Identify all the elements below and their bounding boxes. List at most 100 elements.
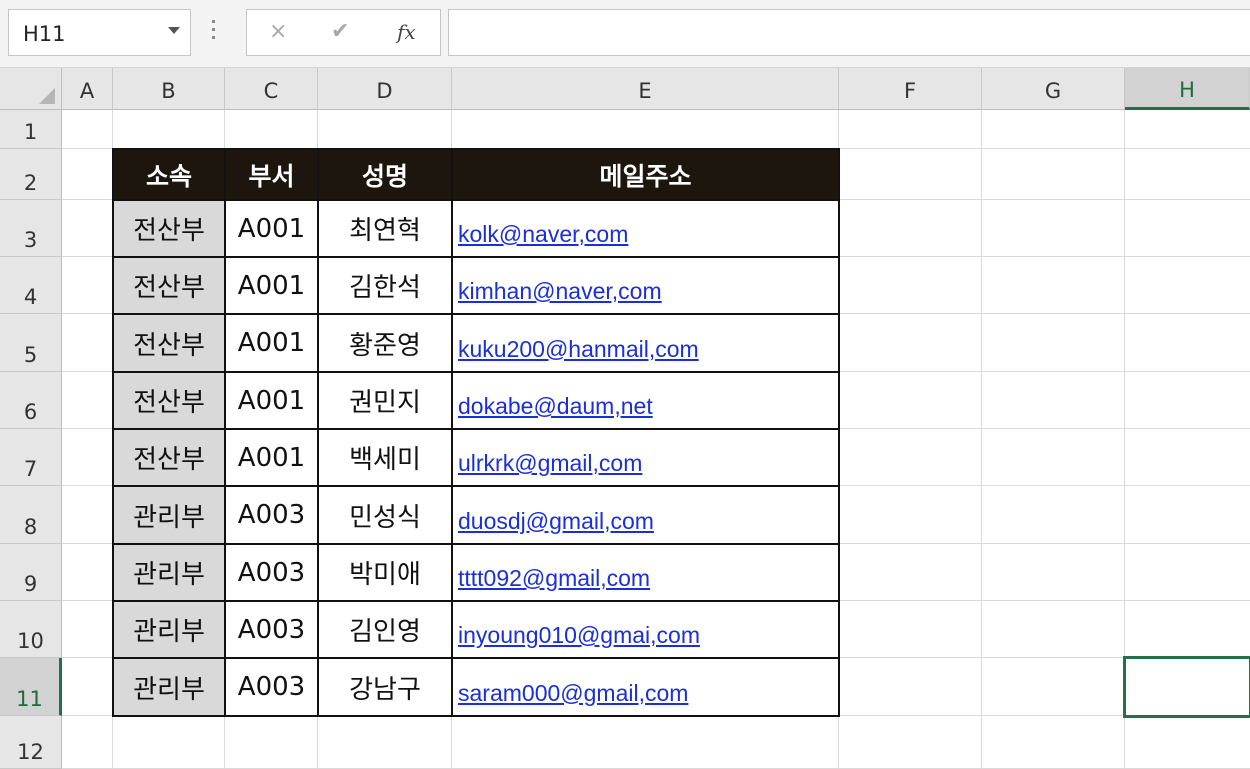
row-number: 12: [17, 740, 44, 764]
column-header-g[interactable]: G: [982, 68, 1125, 110]
table-cell-email[interactable]: kimhan@naver,com: [452, 257, 839, 314]
email-link[interactable]: saram000@gmail,com: [452, 680, 688, 707]
table-cell-dept[interactable]: 관리부: [113, 486, 225, 544]
email-link[interactable]: kuku200@hanmail,com: [452, 336, 699, 363]
column-header-b[interactable]: B: [113, 68, 225, 110]
insert-function-icon[interactable]: fx: [397, 20, 416, 44]
row-header-9[interactable]: 9: [0, 544, 62, 601]
email-link[interactable]: kolk@naver,com: [452, 221, 628, 248]
table-cell-code[interactable]: A003: [225, 544, 318, 601]
table-column-border: [451, 148, 453, 716]
row-header-10[interactable]: 10: [0, 601, 62, 658]
table-cell-email[interactable]: ulrkrk@gmail,com: [452, 429, 839, 486]
table-cell-dept[interactable]: 전산부: [113, 372, 225, 429]
column-header-h[interactable]: H: [1125, 68, 1250, 110]
cancel-icon[interactable]: ×: [269, 19, 287, 44]
table-cell-code[interactable]: A003: [225, 486, 318, 544]
table-row-border: [112, 600, 839, 602]
table-cell-email[interactable]: kuku200@hanmail,com: [452, 314, 839, 372]
table-cell-email[interactable]: duosdj@gmail,com: [452, 486, 839, 544]
table-header-name[interactable]: 성명: [318, 149, 452, 200]
table-cell-email[interactable]: inyoung010@gmai,com: [452, 601, 839, 658]
email-link[interactable]: ulrkrk@gmail,com: [452, 450, 642, 477]
table-cell-email[interactable]: kolk@naver,com: [452, 200, 839, 257]
table-cell-dept[interactable]: 전산부: [113, 429, 225, 486]
column-header-f[interactable]: F: [839, 68, 982, 110]
table-cell-code[interactable]: A003: [225, 601, 318, 658]
row-number: 9: [23, 572, 38, 596]
table-cell-dept[interactable]: 관리부: [113, 544, 225, 601]
column-header-d[interactable]: D: [318, 68, 452, 110]
table-cell-name[interactable]: 김한석: [318, 257, 452, 314]
row-header-1[interactable]: 1: [0, 110, 62, 149]
email-link[interactable]: inyoung010@gmai,com: [452, 622, 700, 649]
row-number: 1: [23, 120, 38, 144]
table-cell-dept[interactable]: 전산부: [113, 200, 225, 257]
email-link[interactable]: dokabe@daum,net: [452, 393, 653, 420]
table-row-border: [112, 371, 839, 373]
email-link[interactable]: tttt092@gmail,com: [452, 565, 650, 592]
table-cell-name[interactable]: 백세미: [318, 429, 452, 486]
table-cell-dept[interactable]: 관리부: [113, 601, 225, 658]
email-link[interactable]: kimhan@naver,com: [452, 278, 662, 305]
formula-input[interactable]: [448, 9, 1250, 56]
chevron-down-icon[interactable]: [168, 27, 180, 34]
table-row-border: [112, 428, 839, 430]
enter-icon[interactable]: ✔: [331, 19, 349, 44]
row-number: 8: [23, 515, 38, 539]
table-cell-name[interactable]: 박미애: [318, 544, 452, 601]
table-cell-name[interactable]: 최연혁: [318, 200, 452, 257]
name-box-value: H11: [23, 22, 66, 46]
table-cell-name[interactable]: 황준영: [318, 314, 452, 372]
row-number: 3: [23, 228, 38, 252]
table-row-border: [112, 256, 839, 258]
table-cell-email[interactable]: saram000@gmail,com: [452, 658, 839, 716]
column-header-a[interactable]: A: [62, 68, 113, 110]
row-number: 10: [17, 629, 44, 653]
email-link[interactable]: duosdj@gmail,com: [452, 508, 654, 535]
row-header-12[interactable]: 12: [0, 716, 62, 769]
row-header-6[interactable]: 6: [0, 372, 62, 429]
table-column-border: [317, 148, 319, 716]
column-header-e[interactable]: E: [452, 68, 839, 110]
row-number: 7: [23, 457, 38, 481]
table-cell-code[interactable]: A001: [225, 429, 318, 486]
row-number: 11: [16, 687, 43, 711]
table-cell-code[interactable]: A001: [225, 372, 318, 429]
table-header-dept[interactable]: 소속: [113, 149, 225, 200]
column-header-c[interactable]: C: [225, 68, 318, 110]
table-header-code[interactable]: 부서: [225, 149, 318, 200]
table-cell-name[interactable]: 김인영: [318, 601, 452, 658]
row-header-2[interactable]: 2: [0, 149, 62, 200]
row-header-3[interactable]: 3: [0, 200, 62, 257]
drag-handle-icon[interactable]: [212, 20, 216, 46]
table-cell-dept[interactable]: 전산부: [113, 314, 225, 372]
table-header-email[interactable]: 메일주소: [452, 149, 839, 200]
row-header-5[interactable]: 5: [0, 314, 62, 372]
table-cell-email[interactable]: dokabe@daum,net: [452, 372, 839, 429]
select-all-button[interactable]: [0, 68, 62, 110]
selected-cell-h11[interactable]: [1123, 656, 1250, 718]
table-cell-email[interactable]: tttt092@gmail,com: [452, 544, 839, 601]
name-box[interactable]: H11: [8, 9, 191, 56]
table-cell-code[interactable]: A001: [225, 200, 318, 257]
table-cell-code[interactable]: A003: [225, 658, 318, 716]
table-row-border: [112, 543, 839, 545]
table-cell-dept[interactable]: 관리부: [113, 658, 225, 716]
table-column-border: [224, 148, 226, 716]
table-cell-code[interactable]: A001: [225, 257, 318, 314]
table-cell-name[interactable]: 민성식: [318, 486, 452, 544]
row-header-11[interactable]: 11: [0, 658, 62, 716]
row-header-4[interactable]: 4: [0, 257, 62, 314]
row-header-8[interactable]: 8: [0, 486, 62, 544]
table-row-border: [112, 199, 839, 201]
table-cell-name[interactable]: 강남구: [318, 658, 452, 716]
table-cell-dept[interactable]: 전산부: [113, 257, 225, 314]
table-row-border: [112, 313, 839, 315]
row-header-7[interactable]: 7: [0, 429, 62, 486]
table-cell-code[interactable]: A001: [225, 314, 318, 372]
worksheet-grid[interactable]: A B C D E F G H 1 2 3 4 5 6 7 8 9 10 11 12 소속 부서 성명 메일주소 전산부 A001…: [0, 68, 1250, 769]
row-number: 6: [23, 400, 38, 424]
table-cell-name[interactable]: 권민지: [318, 372, 452, 429]
row-number: 4: [23, 285, 38, 309]
